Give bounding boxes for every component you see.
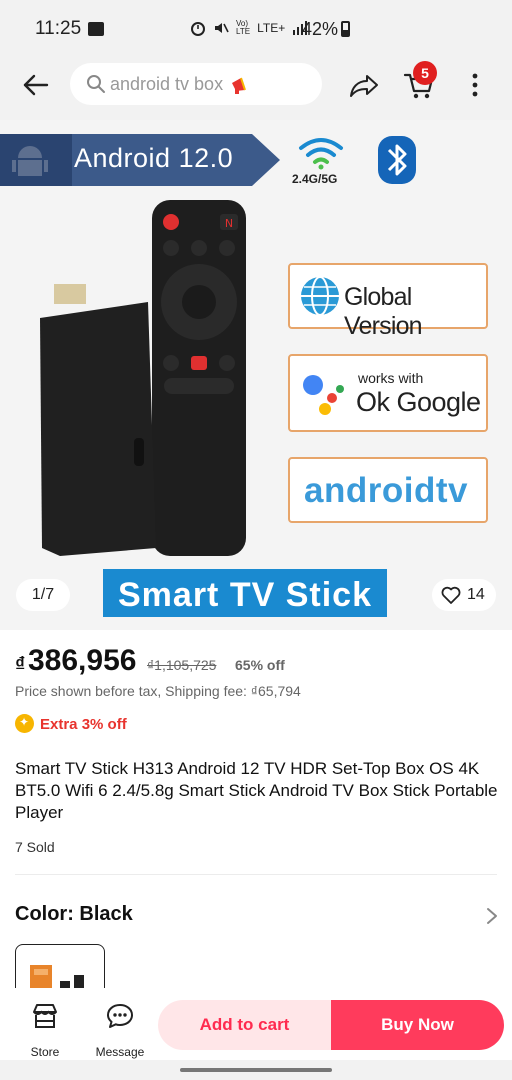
smart-tv-stick-text: Smart TV Stick — [118, 576, 372, 614]
androidtv-badge: androidtv — [288, 457, 488, 523]
megaphone-icon — [232, 77, 246, 94]
coupon-icon — [15, 714, 34, 733]
favorite-button[interactable]: 14 — [432, 579, 496, 611]
heart-icon — [441, 586, 461, 604]
color-label: Color: Black — [15, 903, 133, 925]
product-title: Smart TV Stick H313 Android 12 TV HDR Se… — [15, 759, 498, 822]
image-counter: 1/7 — [16, 579, 70, 611]
top-nav: android tv box 5 — [0, 58, 512, 120]
extra-discount-text: Extra 3% off — [40, 716, 127, 733]
product-image-gallery[interactable]: Android 12.0 2.4G/5G N Global Version wo… — [0, 120, 512, 630]
battery-percent: 42% — [302, 19, 339, 39]
works-with-text: works with — [358, 370, 424, 386]
store-button[interactable]: Store — [15, 998, 75, 1059]
lte-label: LTE+ — [257, 21, 286, 35]
discount-percent: 65% off — [235, 657, 285, 673]
price-row: ₫ 386,956 ₫1,105,725 65% off — [15, 644, 495, 680]
message-label: Message — [95, 1045, 145, 1059]
search-icon — [87, 75, 105, 93]
message-notification-icon — [88, 22, 104, 36]
volte-icon: Vo) LTE — [236, 19, 251, 36]
globe-icon — [301, 276, 339, 316]
sold-count: 7 Sold — [15, 839, 55, 855]
back-arrow-icon[interactable] — [19, 68, 53, 102]
color-selector-row[interactable]: Color: Black — [15, 903, 500, 929]
tv-stick-remote-image: N — [40, 200, 246, 556]
price-currency: ₫ — [15, 654, 26, 676]
divider — [15, 874, 497, 875]
price-original: ₫1,105,725 — [147, 657, 217, 673]
chevron-right-icon — [487, 908, 497, 924]
wifi-icon — [299, 138, 343, 170]
message-button[interactable]: Message — [90, 998, 150, 1059]
status-bar: 11:25 Vo) LTE LTE+ 42% — [0, 0, 512, 58]
home-gesture-handle[interactable] — [180, 1068, 332, 1072]
store-label: Store — [30, 1045, 60, 1059]
svg-text:N: N — [225, 217, 233, 230]
alarm-icon — [191, 22, 205, 36]
share-icon[interactable] — [347, 68, 381, 102]
price-current: 386,956 — [28, 644, 137, 677]
search-input[interactable]: android tv box — [70, 63, 322, 105]
status-time: 11:25 — [35, 18, 82, 39]
google-assistant-icon — [303, 375, 344, 415]
ok-google-badge: works with Ok Google — [288, 354, 488, 432]
bluetooth-icon — [378, 136, 416, 184]
ok-google-text: Ok Google — [356, 387, 481, 417]
wifi-band-label: 2.4G/5G — [292, 172, 338, 186]
favorite-count: 14 — [467, 586, 485, 603]
global-version-badge: Global Version — [288, 263, 488, 340]
status-icons: Vo) LTE LTE+ — [190, 20, 308, 36]
system-nav-bar — [0, 1060, 512, 1080]
search-placeholder: android tv box — [110, 74, 224, 94]
add-to-cart-button[interactable]: Add to cart — [158, 1000, 331, 1050]
android-version-label: Android 12.0 — [74, 143, 234, 173]
chat-bubble-icon — [107, 1004, 133, 1028]
mute-icon — [215, 23, 229, 33]
more-options-icon[interactable] — [462, 68, 488, 102]
tax-shipping-note: Price shown before tax, Shipping fee: ₫6… — [15, 683, 301, 699]
smart-tv-stick-banner: Smart TV Stick — [103, 569, 387, 617]
battery-icon — [341, 21, 350, 37]
global-version-text: Global Version — [344, 283, 423, 340]
cart-count-badge: 5 — [413, 61, 437, 85]
androidtv-text: androidtv — [304, 471, 468, 510]
store-icon — [33, 1004, 57, 1028]
bottom-action-bar: Store Message Add to cart Buy Now — [0, 988, 512, 1060]
buy-now-button[interactable]: Buy Now — [331, 1000, 504, 1050]
